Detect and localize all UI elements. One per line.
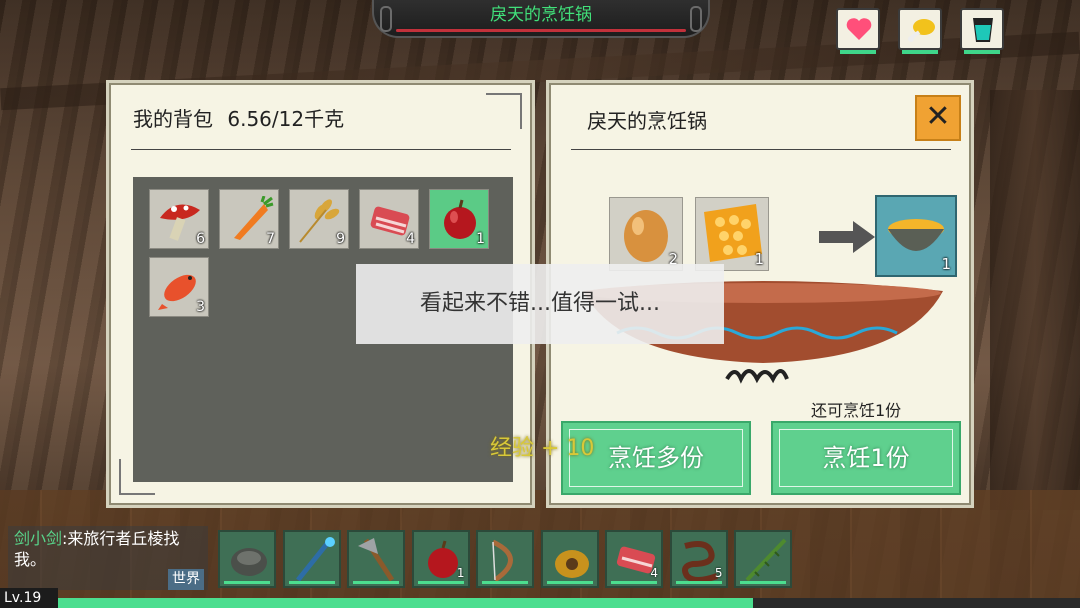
item-count: 7	[266, 231, 275, 247]
backpack-weight: 6.56/12千克	[227, 107, 345, 131]
world-channel-tag[interactable]: 世界	[168, 569, 204, 590]
hotbar-slot-water-bag[interactable]	[540, 530, 599, 588]
chat-box[interactable]: 剑小剑:来旅行者丘棱找我。 世界	[8, 526, 208, 590]
durability-bar	[675, 581, 722, 584]
arrow-right-icon	[819, 221, 875, 253]
item-count: 5	[714, 566, 723, 580]
backpack-title: 我的背包 6.56/12千克	[133, 103, 344, 132]
backpack-divider	[131, 149, 511, 150]
bow-icon	[491, 539, 513, 583]
wall-post	[990, 90, 1080, 510]
item-count: 4	[406, 231, 415, 247]
backpack-title-text: 我的背包	[133, 107, 213, 131]
backpack-slot-mushroom[interactable]: 6	[149, 189, 209, 249]
item-count: 1	[456, 566, 465, 580]
water-glass-icon	[973, 18, 993, 42]
close-icon: ✕	[925, 99, 951, 134]
ornament-corner	[486, 93, 522, 129]
hotbar-slot-raw-meat[interactable]: 4	[605, 530, 663, 588]
durability-bar	[224, 581, 270, 584]
durability-bar	[482, 581, 528, 584]
backpack-slot-fish[interactable]: 3	[149, 257, 209, 317]
cookpot-title-bar: 戾天的烹饪锅	[372, 0, 710, 38]
hotbar-slot-axe[interactable]	[347, 530, 405, 588]
hunger-fill	[902, 50, 938, 54]
item-count: 4	[650, 566, 658, 580]
durability-bar	[288, 581, 335, 584]
item-count: 6	[196, 231, 205, 247]
hotbar-slot-bamboo-spear[interactable]	[734, 530, 792, 588]
axe-icon	[358, 538, 395, 582]
backpack-slot-apple[interactable]: 1	[429, 189, 489, 249]
item-count: 1	[941, 255, 951, 273]
remaining-count-text: 还可烹饪1份	[811, 401, 902, 420]
stone-icon	[231, 548, 267, 576]
durability-bar	[417, 581, 464, 584]
item-count: 1	[476, 231, 485, 247]
hotbar-slot-stone[interactable]	[218, 530, 276, 588]
exp-gain-text: 经验 + 10	[490, 436, 595, 461]
backpack-slot-carrot[interactable]: 7	[219, 189, 279, 249]
porridge-bowl-icon	[888, 219, 944, 251]
xp-fill	[58, 598, 753, 608]
water-bag-icon	[554, 550, 589, 578]
item-count: 9	[336, 231, 345, 247]
cookpot-durability-bar	[396, 29, 686, 32]
hotbar-slot-magic-staff[interactable]	[282, 530, 341, 588]
thirst-stat[interactable]	[960, 8, 1004, 54]
cookpot-title: 戾天的烹饪锅	[490, 5, 592, 25]
durability-bar	[546, 581, 593, 584]
result-slot-porridge[interactable]: 1	[875, 195, 957, 277]
ingredient-slot-honeycomb[interactable]: 1	[695, 197, 769, 271]
player-level: Lv.19	[0, 588, 58, 608]
heart-icon	[846, 18, 872, 40]
cooking-divider	[571, 149, 951, 150]
cook-one-button[interactable]: 烹饪1份	[771, 421, 961, 495]
hotbar-slot-earthworm[interactable]: 5	[669, 530, 728, 588]
thirst-fill	[964, 50, 1000, 54]
chat-sender: 剑小剑	[14, 529, 63, 548]
durability-bar	[740, 581, 786, 584]
item-count: 3	[196, 299, 205, 315]
backpack-slot-raw-meat[interactable]: 4	[359, 189, 419, 249]
cooking-title: 戾天的烹饪锅	[587, 109, 707, 133]
ingredient-slot-egg[interactable]: 2	[609, 197, 683, 271]
close-button[interactable]: ✕	[915, 95, 961, 141]
item-count: 1	[754, 250, 764, 268]
health-fill	[840, 50, 876, 54]
bamboo-spear-icon	[745, 538, 787, 582]
hotbar-slot-apple[interactable]: 1	[411, 530, 470, 588]
drumstick-icon	[908, 19, 935, 42]
backpack-slot-wheat[interactable]: 9	[289, 189, 349, 249]
xp-bar	[58, 598, 1080, 608]
hunger-stat[interactable]	[898, 8, 942, 54]
durability-bar	[611, 581, 657, 584]
magic-staff-icon	[295, 537, 335, 582]
hint-toast: 看起来不错...值得一试...	[356, 264, 724, 344]
ornament-corner	[119, 459, 155, 495]
health-stat[interactable]	[836, 8, 880, 54]
durability-bar	[353, 581, 399, 584]
hotbar-slot-bow[interactable]	[476, 530, 534, 588]
